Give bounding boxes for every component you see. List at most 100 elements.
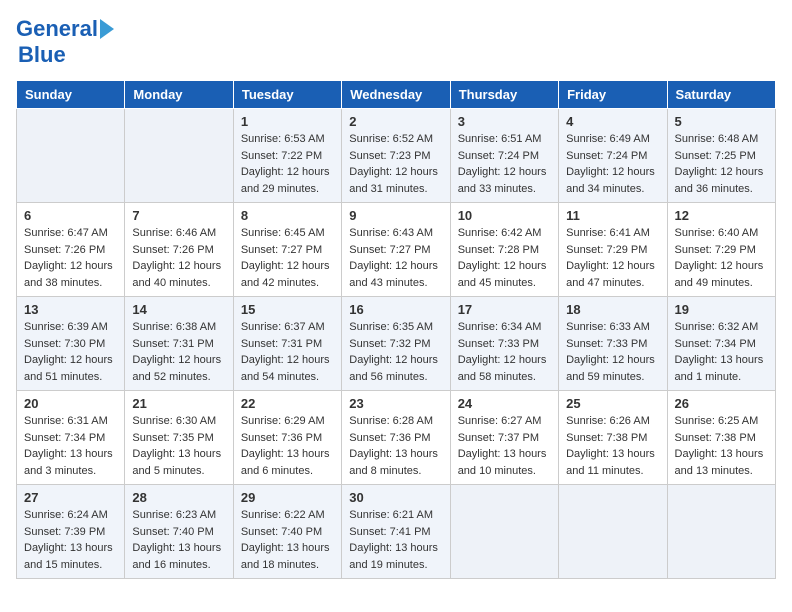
calendar-cell	[125, 109, 233, 203]
calendar-cell: 30Sunrise: 6:21 AMSunset: 7:41 PMDayligh…	[342, 485, 450, 579]
logo-general: General	[16, 16, 98, 42]
day-number: 14	[132, 302, 225, 317]
calendar-cell	[667, 485, 775, 579]
calendar-cell: 10Sunrise: 6:42 AMSunset: 7:28 PMDayligh…	[450, 203, 558, 297]
calendar-cell: 7 Sunrise: 6:46 AMSunset: 7:26 PMDaylight…	[125, 203, 233, 297]
day-number: 17	[458, 302, 551, 317]
calendar-cell	[559, 485, 667, 579]
day-number: 28	[132, 490, 225, 505]
day-number: 29	[241, 490, 334, 505]
day-header-thursday: Thursday	[450, 81, 558, 109]
day-info: Sunrise: 6:45 AMSunset: 7:27 PMDaylight:…	[241, 225, 334, 291]
day-number: 13	[24, 302, 117, 317]
day-number: 21	[132, 396, 225, 411]
calendar-table: SundayMondayTuesdayWednesdayThursdayFrid…	[16, 80, 776, 579]
calendar-cell: 26Sunrise: 6:25 AMSunset: 7:38 PMDayligh…	[667, 391, 775, 485]
day-number: 9	[349, 208, 442, 223]
calendar-cell: 27Sunrise: 6:24 AMSunset: 7:39 PMDayligh…	[17, 485, 125, 579]
day-number: 20	[24, 396, 117, 411]
calendar-cell: 13Sunrise: 6:39 AMSunset: 7:30 PMDayligh…	[17, 297, 125, 391]
calendar-cell: 16 Sunrise: 6:35 AMSunset: 7:32 PMDayligh…	[342, 297, 450, 391]
day-header-wednesday: Wednesday	[342, 81, 450, 109]
calendar-cell: 18 Sunrise: 6:33 AMSunset: 7:33 PMDayligh…	[559, 297, 667, 391]
calendar-cell: 3 Sunrise: 6:51 AMSunset: 7:24 PMDaylight…	[450, 109, 558, 203]
day-number: 22	[241, 396, 334, 411]
day-info: Sunrise: 6:53 AMSunset: 7:22 PMDaylight:…	[241, 131, 334, 197]
calendar-week-row: 20 Sunrise: 6:31 AMSunset: 7:34 PMDayligh…	[17, 391, 776, 485]
day-header-tuesday: Tuesday	[233, 81, 341, 109]
logo-blue: Blue	[18, 42, 66, 68]
day-info: Sunrise: 6:29 AMSunset: 7:36 PMDaylight:…	[241, 413, 334, 479]
day-header-monday: Monday	[125, 81, 233, 109]
day-header-saturday: Saturday	[667, 81, 775, 109]
day-number: 12	[675, 208, 768, 223]
calendar-cell: 17 Sunrise: 6:34 AMSunset: 7:33 PMDayligh…	[450, 297, 558, 391]
calendar-cell	[450, 485, 558, 579]
day-number: 3	[458, 114, 551, 129]
calendar-cell: 14 Sunrise: 6:38 AMSunset: 7:31 PMDayligh…	[125, 297, 233, 391]
calendar-cell: 21 Sunrise: 6:30 AMSunset: 7:35 PMDayligh…	[125, 391, 233, 485]
day-number: 6	[24, 208, 117, 223]
day-number: 26	[675, 396, 768, 411]
day-number: 24	[458, 396, 551, 411]
day-info: Sunrise: 6:40 AMSunset: 7:29 PMDaylight:…	[675, 225, 768, 291]
day-info: Sunrise: 6:26 AMSunset: 7:38 PMDaylight:…	[566, 413, 659, 479]
day-number: 4	[566, 114, 659, 129]
day-number: 15	[241, 302, 334, 317]
day-info: Sunrise: 6:28 AMSunset: 7:36 PMDaylight:…	[349, 413, 442, 479]
day-number: 8	[241, 208, 334, 223]
day-number: 16	[349, 302, 442, 317]
day-number: 10	[458, 208, 551, 223]
day-info: Sunrise: 6:48 AMSunset: 7:25 PMDaylight:…	[675, 131, 768, 197]
day-info: Sunrise: 6:46 AMSunset: 7:26 PMDaylight:…	[132, 225, 225, 291]
day-number: 11	[566, 208, 659, 223]
day-number: 19	[675, 302, 768, 317]
calendar-week-row: 27Sunrise: 6:24 AMSunset: 7:39 PMDayligh…	[17, 485, 776, 579]
calendar-cell: 2 Sunrise: 6:52 AMSunset: 7:23 PMDaylight…	[342, 109, 450, 203]
calendar-cell: 23Sunrise: 6:28 AMSunset: 7:36 PMDayligh…	[342, 391, 450, 485]
calendar-cell: 22 Sunrise: 6:29 AMSunset: 7:36 PMDayligh…	[233, 391, 341, 485]
day-info: Sunrise: 6:51 AMSunset: 7:24 PMDaylight:…	[458, 131, 551, 197]
day-number: 25	[566, 396, 659, 411]
day-info: Sunrise: 6:49 AMSunset: 7:24 PMDaylight:…	[566, 131, 659, 197]
day-info: Sunrise: 6:21 AMSunset: 7:41 PMDaylight:…	[349, 507, 442, 573]
calendar-cell: 8 Sunrise: 6:45 AMSunset: 7:27 PMDaylight…	[233, 203, 341, 297]
day-header-friday: Friday	[559, 81, 667, 109]
day-info: Sunrise: 6:41 AMSunset: 7:29 PMDaylight:…	[566, 225, 659, 291]
day-number: 18	[566, 302, 659, 317]
logo: General Blue	[16, 16, 114, 68]
day-info: Sunrise: 6:31 AMSunset: 7:34 PMDaylight:…	[24, 413, 117, 479]
day-info: Sunrise: 6:38 AMSunset: 7:31 PMDaylight:…	[132, 319, 225, 385]
day-info: Sunrise: 6:23 AMSunset: 7:40 PMDaylight:…	[132, 507, 225, 573]
calendar-cell: 9Sunrise: 6:43 AMSunset: 7:27 PMDaylight…	[342, 203, 450, 297]
day-info: Sunrise: 6:52 AMSunset: 7:23 PMDaylight:…	[349, 131, 442, 197]
calendar-cell: 28 Sunrise: 6:23 AMSunset: 7:40 PMDayligh…	[125, 485, 233, 579]
calendar-cell: 5 Sunrise: 6:48 AMSunset: 7:25 PMDaylight…	[667, 109, 775, 203]
calendar-cell: 4 Sunrise: 6:49 AMSunset: 7:24 PMDaylight…	[559, 109, 667, 203]
day-info: Sunrise: 6:33 AMSunset: 7:33 PMDaylight:…	[566, 319, 659, 385]
day-number: 1	[241, 114, 334, 129]
day-number: 27	[24, 490, 117, 505]
day-header-sunday: Sunday	[17, 81, 125, 109]
calendar-cell: 29Sunrise: 6:22 AMSunset: 7:40 PMDayligh…	[233, 485, 341, 579]
page-header: General Blue	[16, 16, 776, 68]
calendar-cell	[17, 109, 125, 203]
day-info: Sunrise: 6:27 AMSunset: 7:37 PMDaylight:…	[458, 413, 551, 479]
day-info: Sunrise: 6:47 AMSunset: 7:26 PMDaylight:…	[24, 225, 117, 291]
day-info: Sunrise: 6:35 AMSunset: 7:32 PMDaylight:…	[349, 319, 442, 385]
day-info: Sunrise: 6:30 AMSunset: 7:35 PMDaylight:…	[132, 413, 225, 479]
calendar-cell: 20 Sunrise: 6:31 AMSunset: 7:34 PMDayligh…	[17, 391, 125, 485]
calendar-cell: 12 Sunrise: 6:40 AMSunset: 7:29 PMDayligh…	[667, 203, 775, 297]
day-info: Sunrise: 6:37 AMSunset: 7:31 PMDaylight:…	[241, 319, 334, 385]
calendar-week-row: 6 Sunrise: 6:47 AMSunset: 7:26 PMDaylight…	[17, 203, 776, 297]
day-number: 2	[349, 114, 442, 129]
day-info: Sunrise: 6:34 AMSunset: 7:33 PMDaylight:…	[458, 319, 551, 385]
calendar-week-row: 1 Sunrise: 6:53 AMSunset: 7:22 PMDaylight…	[17, 109, 776, 203]
day-info: Sunrise: 6:32 AMSunset: 7:34 PMDaylight:…	[675, 319, 768, 385]
day-number: 5	[675, 114, 768, 129]
calendar-cell: 25 Sunrise: 6:26 AMSunset: 7:38 PMDayligh…	[559, 391, 667, 485]
calendar-cell: 19 Sunrise: 6:32 AMSunset: 7:34 PMDayligh…	[667, 297, 775, 391]
calendar-cell: 11 Sunrise: 6:41 AMSunset: 7:29 PMDayligh…	[559, 203, 667, 297]
day-number: 7	[132, 208, 225, 223]
calendar-header-row: SundayMondayTuesdayWednesdayThursdayFrid…	[17, 81, 776, 109]
